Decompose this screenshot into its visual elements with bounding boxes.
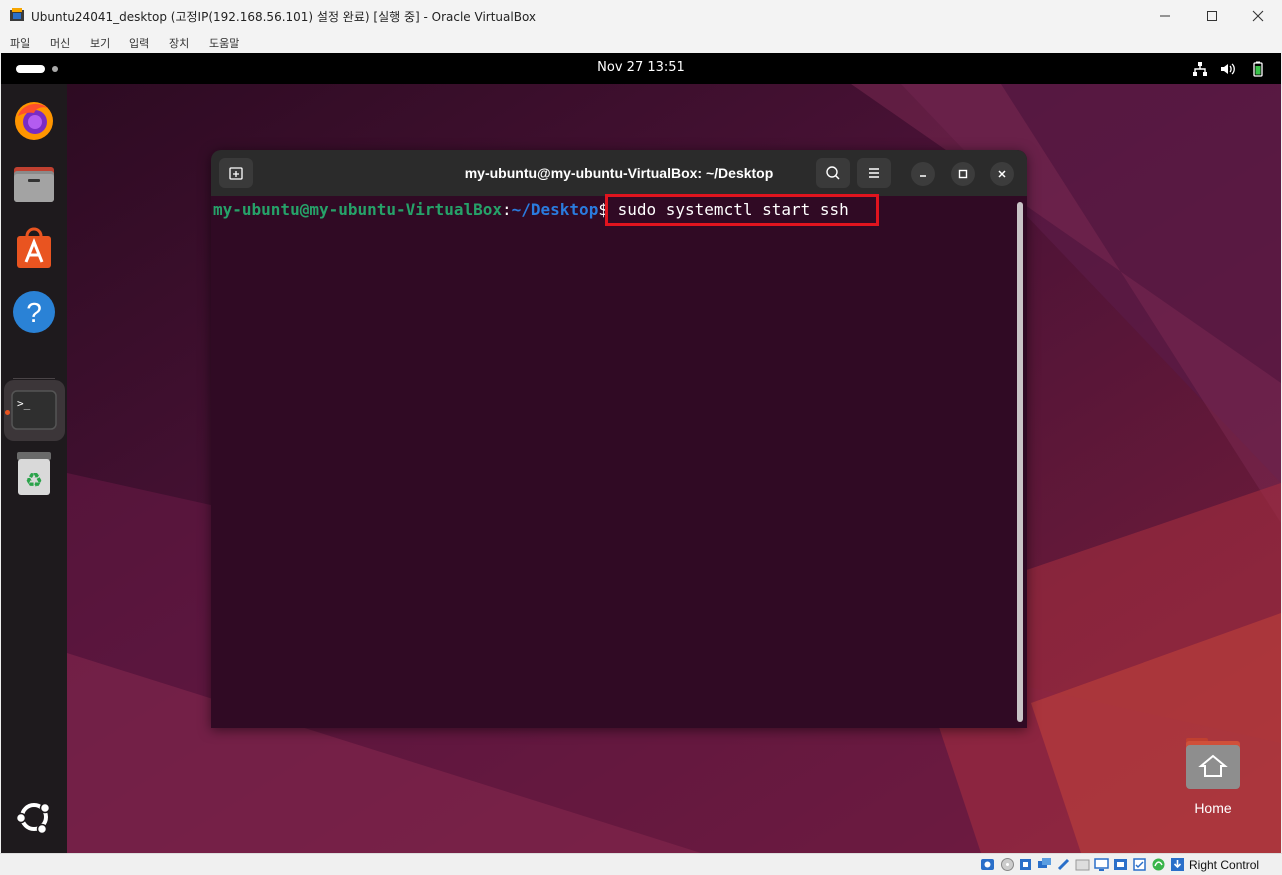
menu-input[interactable]: 입력 bbox=[129, 35, 149, 51]
guest-display[interactable]: Nov 27 13:51 ? >_ ♻ my-ubuntu@my-ubuntu-… bbox=[1, 53, 1281, 853]
menu-help[interactable]: 도움말 bbox=[209, 35, 239, 51]
ubuntu-topbar: Nov 27 13:51 bbox=[1, 53, 1281, 84]
display-icon[interactable] bbox=[1094, 857, 1109, 872]
home-folder-label: Home bbox=[1194, 800, 1232, 816]
optical-drive-icon[interactable] bbox=[1000, 857, 1015, 872]
prompt-path: ~/Desktop bbox=[511, 200, 599, 219]
terminal-body[interactable]: my-ubuntu@my-ubuntu-VirtualBox:~/Desktop… bbox=[211, 196, 1027, 728]
terminal-title: my-ubuntu@my-ubuntu-VirtualBox: ~/Deskto… bbox=[464, 165, 774, 181]
menu-file[interactable]: 파일 bbox=[10, 35, 30, 51]
dock-separator bbox=[13, 378, 55, 379]
hamburger-menu-icon[interactable] bbox=[857, 158, 891, 188]
clock[interactable]: Nov 27 13:51 bbox=[1, 60, 1281, 75]
menu-devices[interactable]: 장치 bbox=[169, 35, 189, 51]
host-key-label: Right Control bbox=[1189, 858, 1260, 872]
app-center-icon[interactable] bbox=[10, 224, 58, 272]
usb-icon[interactable] bbox=[1056, 857, 1071, 872]
prompt-user: my-ubuntu@my-ubuntu-VirtualBox bbox=[213, 200, 502, 219]
svg-text:♻: ♻ bbox=[25, 468, 43, 492]
home-folder-icon[interactable] bbox=[1184, 738, 1242, 790]
shared-folder-icon[interactable] bbox=[1075, 857, 1090, 872]
help-icon[interactable]: ? bbox=[10, 288, 58, 336]
menu-machine[interactable]: 머신 bbox=[50, 35, 70, 51]
files-icon[interactable] bbox=[10, 160, 58, 208]
audio-icon[interactable] bbox=[1018, 857, 1033, 872]
prompt-colon: : bbox=[501, 200, 512, 219]
cpu-icon[interactable] bbox=[1132, 857, 1147, 872]
terminal-scrollbar[interactable] bbox=[1017, 202, 1023, 722]
firefox-icon[interactable] bbox=[10, 96, 58, 144]
network-adapter-icon[interactable] bbox=[1037, 857, 1052, 872]
keyboard-capture-icon[interactable] bbox=[1170, 857, 1185, 872]
minimize-icon[interactable] bbox=[1142, 0, 1188, 31]
window-maximize-icon[interactable] bbox=[951, 162, 975, 186]
execution-engine-icon[interactable] bbox=[1151, 857, 1166, 872]
vbox-statusbar: Right Control bbox=[0, 853, 1282, 875]
window-minimize-icon[interactable] bbox=[911, 162, 935, 186]
recording-icon[interactable] bbox=[1113, 857, 1128, 872]
svg-text:>_: >_ bbox=[17, 397, 31, 410]
virtualbox-app-icon bbox=[10, 8, 24, 21]
terminal-headerbar[interactable]: my-ubuntu@my-ubuntu-VirtualBox: ~/Deskto… bbox=[211, 150, 1027, 196]
ubuntu-logo-icon[interactable] bbox=[10, 793, 58, 841]
search-icon[interactable] bbox=[816, 158, 850, 188]
window-close-icon[interactable] bbox=[990, 162, 1014, 186]
volume-icon[interactable] bbox=[1219, 60, 1237, 78]
command-highlight-box bbox=[605, 194, 879, 226]
trash-icon[interactable]: ♻ bbox=[10, 450, 58, 498]
hard-disk-icon[interactable] bbox=[980, 857, 995, 872]
menu-view[interactable]: 보기 bbox=[90, 35, 110, 51]
vbox-menubar: 파일 머신 보기 입력 장치 도움말 bbox=[0, 31, 1282, 53]
ubuntu-dock: ? >_ ♻ bbox=[1, 84, 67, 853]
terminal-icon[interactable]: >_ bbox=[10, 386, 58, 434]
svg-text:?: ? bbox=[26, 297, 42, 328]
battery-icon[interactable] bbox=[1249, 60, 1267, 78]
close-icon[interactable] bbox=[1235, 0, 1281, 31]
network-icon[interactable] bbox=[1191, 60, 1209, 78]
vbox-titlebar: Ubuntu24041_desktop (고정IP(192.168.56.101… bbox=[0, 0, 1282, 31]
terminal-window[interactable]: my-ubuntu@my-ubuntu-VirtualBox: ~/Deskto… bbox=[211, 150, 1027, 728]
window-title: Ubuntu24041_desktop (고정IP(192.168.56.101… bbox=[31, 10, 537, 24]
maximize-icon[interactable] bbox=[1189, 0, 1235, 31]
